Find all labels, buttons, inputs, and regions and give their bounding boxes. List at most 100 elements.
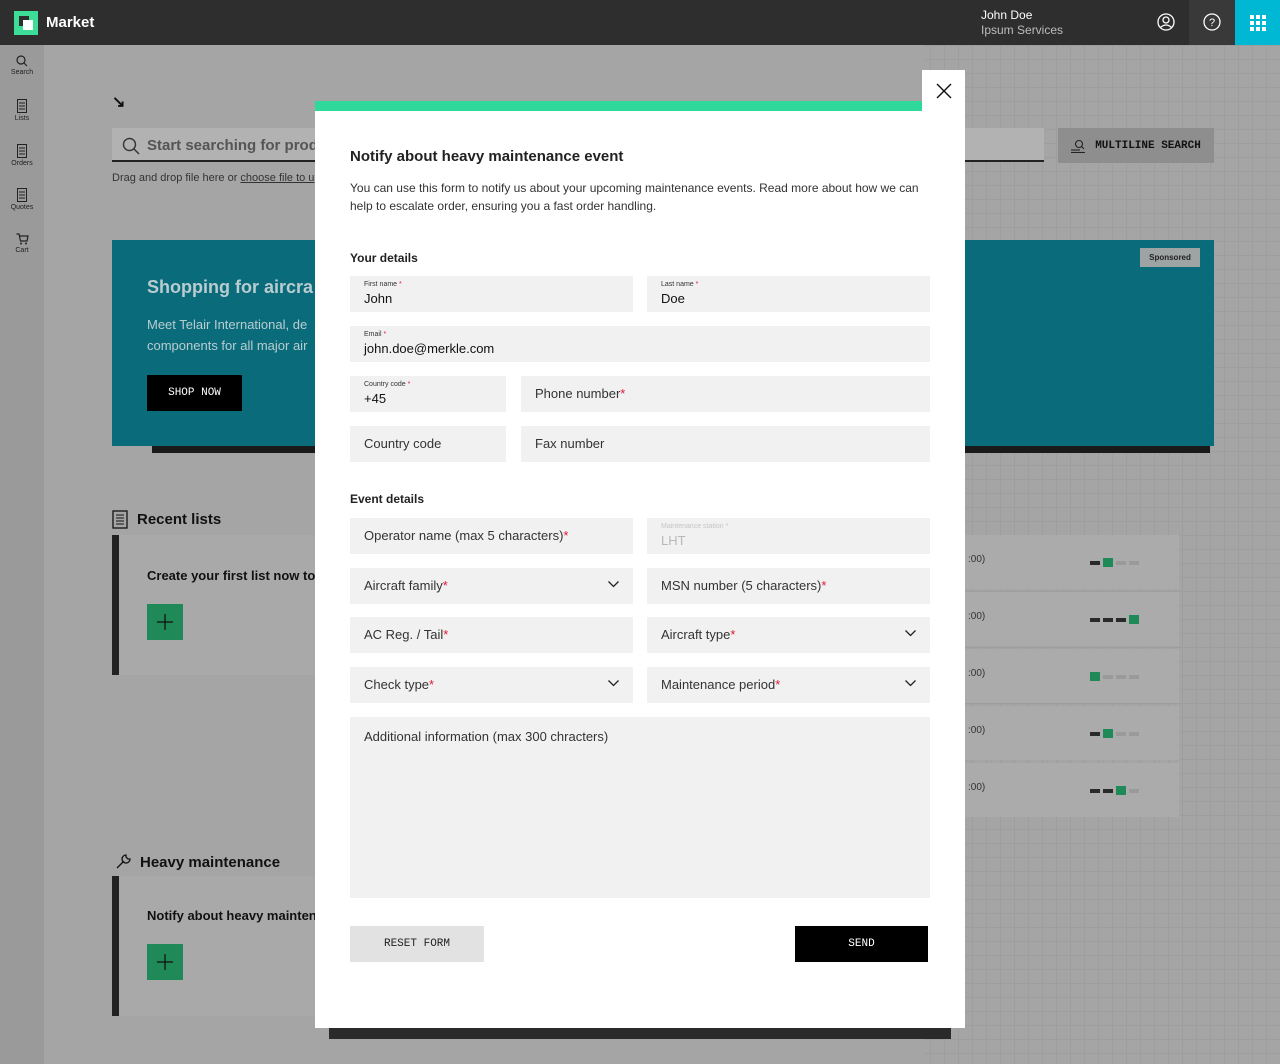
multiline-search-button[interactable]: MULTILINE SEARCH — [1058, 128, 1214, 163]
ac-reg-tail-field[interactable]: AC Reg. / Tail* — [350, 617, 633, 653]
status-step — [1103, 674, 1113, 679]
maintenance-period-placeholder: Maintenance period* — [661, 677, 781, 692]
operator-name-field[interactable]: Operator name (max 5 characters)* — [350, 518, 633, 554]
fax-number-placeholder: Fax number — [535, 436, 605, 451]
cart-icon — [16, 233, 29, 245]
promo-title: Shopping for aircra — [147, 277, 314, 297]
check-type-select[interactable]: Check type* — [350, 667, 633, 703]
status-row[interactable]: :00) — [964, 763, 1179, 817]
user-account-icon[interactable] — [1156, 12, 1176, 32]
promo-text: Meet Telair International, de components… — [147, 317, 308, 353]
send-button[interactable]: SEND — [795, 926, 928, 962]
market-logo[interactable] — [14, 11, 38, 35]
chevron-down-icon — [608, 581, 619, 588]
last-name-value: Doe — [661, 291, 685, 306]
list-icon — [17, 99, 27, 113]
status-row[interactable]: :00) — [964, 649, 1179, 703]
sidebar-item-lists[interactable]: Lists — [0, 89, 44, 133]
recent-lists-card-text: Create your first list now to g — [147, 568, 327, 583]
status-step — [1090, 788, 1100, 793]
sidebar-item-label: Orders — [11, 160, 33, 167]
fax-country-code-field[interactable]: Country code — [350, 426, 506, 462]
status-step — [1090, 731, 1100, 736]
status-step — [1129, 615, 1139, 624]
status-progress — [1090, 615, 1139, 624]
arrow-down-right-icon: ↘ — [112, 94, 126, 111]
sidebar-item-label: Search — [10, 69, 34, 76]
status-row[interactable]: :00) — [964, 706, 1179, 760]
sidebar-item-orders[interactable]: Orders — [0, 134, 44, 178]
status-progress — [1090, 558, 1139, 567]
email-label: Email * — [364, 331, 387, 338]
email-field[interactable]: Email * john.doe@merkle.com — [350, 326, 930, 362]
status-step — [1116, 617, 1126, 622]
phone-number-field[interactable]: Phone number* — [521, 376, 930, 412]
search-icon — [16, 55, 28, 67]
status-step — [1090, 672, 1100, 681]
aircraft-type-select[interactable]: Aircraft type* — [647, 617, 930, 653]
msn-number-placeholder: MSN number (5 characters)* — [661, 578, 827, 593]
status-step — [1116, 560, 1126, 565]
sidebar-item-search[interactable]: Search — [0, 45, 44, 89]
recent-lists-title: Recent lists — [137, 511, 222, 528]
first-name-label: First name * — [364, 281, 402, 288]
chevron-down-icon — [608, 680, 619, 687]
sidebar-item-quotes[interactable]: Quotes — [0, 178, 44, 222]
quotes-icon — [17, 188, 27, 202]
aircraft-family-select[interactable]: Aircraft family* — [350, 568, 633, 604]
aircraft-family-placeholder: Aircraft family* — [364, 578, 448, 593]
list-icon — [112, 510, 128, 534]
close-icon — [936, 83, 951, 99]
chevron-down-icon — [905, 630, 916, 637]
first-name-field[interactable]: First name * John — [350, 276, 633, 312]
choose-file-link[interactable]: choose file to u — [240, 172, 314, 184]
apps-menu-button[interactable] — [1235, 0, 1280, 45]
phone-number-placeholder: Phone number* — [535, 386, 626, 401]
modal-shadow — [329, 1028, 951, 1039]
maintenance-period-select[interactable]: Maintenance period* — [647, 667, 930, 703]
close-modal-button[interactable] — [922, 70, 965, 112]
status-step — [1103, 788, 1113, 793]
your-details-title: Your details — [350, 251, 418, 265]
notify-maintenance-button[interactable] — [147, 944, 183, 980]
status-row[interactable]: :00) — [964, 535, 1179, 589]
top-bar: Market John Doe Ipsum Services ? — [0, 0, 1280, 45]
chevron-down-icon — [905, 680, 916, 687]
sidebar: Search Lists Orders Quotes Cart — [0, 45, 44, 1064]
user-company: Ipsum Services — [981, 23, 1064, 37]
check-type-placeholder: Check type* — [364, 677, 435, 692]
status-row-time: :00) — [968, 554, 986, 565]
create-list-button[interactable] — [147, 604, 183, 640]
last-name-field[interactable]: Last name * Doe — [647, 276, 930, 312]
wrench-icon — [115, 853, 132, 875]
phone-country-code-field[interactable]: Country code * +45 — [350, 376, 506, 412]
aircraft-type-placeholder: Aircraft type* — [661, 627, 736, 642]
maintenance-station-field: Maintenance station * LHT — [647, 518, 930, 554]
fax-number-field[interactable]: Fax number — [521, 426, 930, 462]
status-row-time: :00) — [968, 725, 986, 736]
operator-name-placeholder: Operator name (max 5 characters)* — [364, 528, 569, 543]
help-button[interactable]: ? — [1189, 0, 1235, 45]
status-row-time: :00) — [968, 611, 986, 622]
sidebar-item-label: Lists — [14, 115, 30, 122]
drag-drop-text: Drag and drop file here or — [112, 172, 241, 184]
status-step — [1116, 674, 1126, 679]
status-progress — [1090, 729, 1139, 738]
status-step — [1129, 788, 1139, 793]
app-title: Market — [46, 14, 95, 31]
country-code-value: +45 — [364, 391, 387, 406]
status-row[interactable]: :00) — [964, 592, 1179, 646]
shop-now-button[interactable]: SHOP NOW — [147, 375, 242, 411]
status-row-time: :00) — [968, 782, 986, 793]
msn-number-field[interactable]: MSN number (5 characters)* — [647, 568, 930, 604]
modal-description: You can use this form to notify us about… — [350, 181, 919, 213]
status-step — [1090, 560, 1100, 565]
status-step — [1129, 560, 1139, 565]
reset-form-button[interactable]: RESET FORM — [350, 926, 484, 962]
sidebar-item-cart[interactable]: Cart — [0, 223, 44, 267]
fax-country-code-placeholder: Country code — [364, 436, 442, 451]
additional-info-textarea[interactable]: Additional information (max 300 chracter… — [350, 717, 930, 898]
event-details-title: Event details — [350, 492, 425, 506]
apps-grid-icon — [1249, 14, 1266, 31]
status-progress — [1090, 672, 1139, 681]
